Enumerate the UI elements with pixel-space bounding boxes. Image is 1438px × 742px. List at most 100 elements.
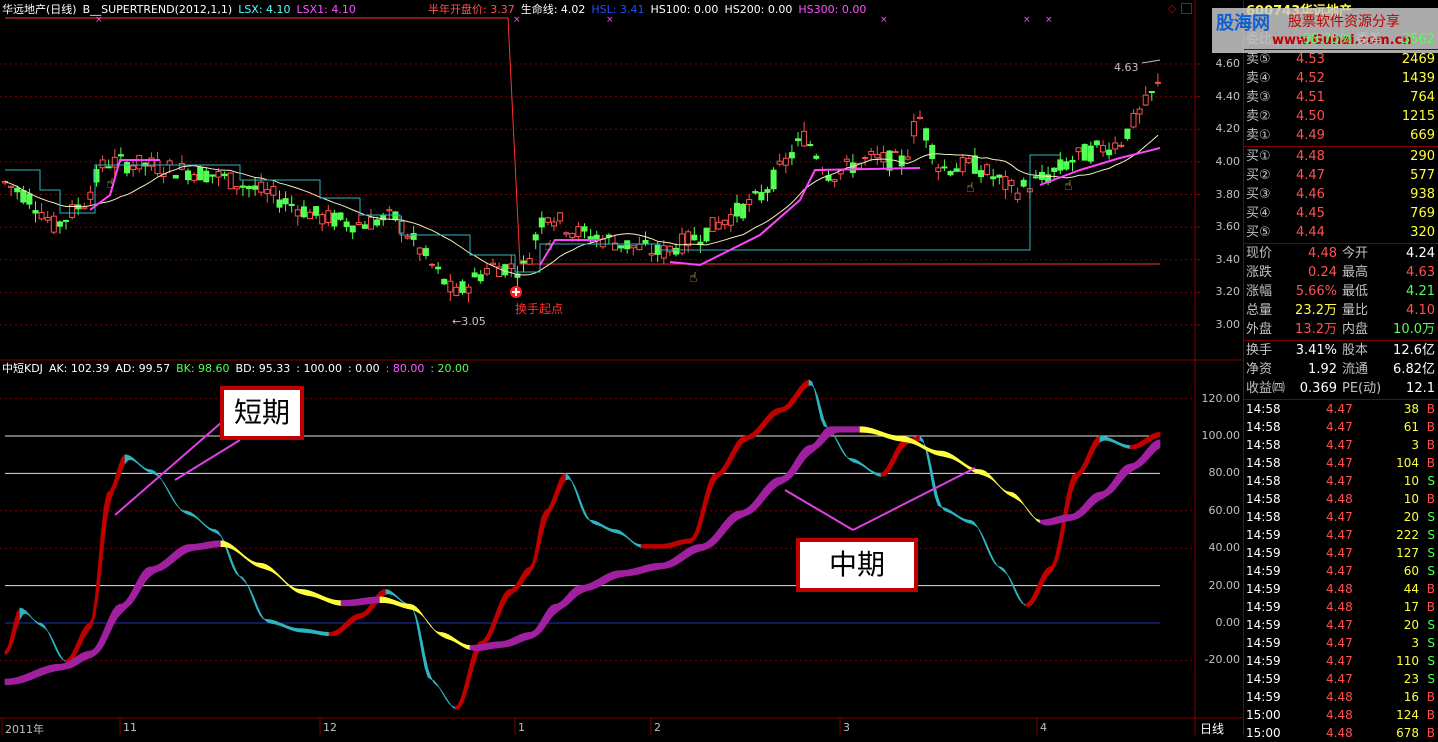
mid-term-kdj-band xyxy=(835,426,840,434)
fund-label: PE(动) xyxy=(1342,381,1382,396)
candle-body xyxy=(453,286,460,296)
short-term-kdj-band xyxy=(703,488,708,516)
mid-term-kdj-band xyxy=(340,600,345,607)
short-term-kdj-band xyxy=(253,597,258,610)
candle-body xyxy=(14,187,21,193)
mid-term-kdj-band xyxy=(1024,505,1029,512)
kdj-title: 中短KDJ xyxy=(2,362,43,375)
bid-volume: 938 xyxy=(1410,187,1435,202)
candle-body xyxy=(752,191,759,194)
price-tick-label: 3.40 xyxy=(1215,252,1241,266)
mid-term-kdj-band xyxy=(928,447,933,454)
candle-body xyxy=(843,158,850,162)
main-chart-header: 华远地产(日线) B__SUPERTREND(2012,1,1) LSX: 4.10… xyxy=(2,3,362,17)
short-term-kdj-band xyxy=(727,452,732,469)
candle-body xyxy=(764,189,771,193)
short-term-kdj-band xyxy=(718,467,723,478)
tick-side: S xyxy=(1427,546,1435,560)
mid-term-kdj-band xyxy=(961,461,966,467)
short-term-kdj-band xyxy=(1039,573,1044,591)
ctrl-box-icon[interactable] xyxy=(1181,3,1192,14)
candle-body xyxy=(648,252,655,256)
candle-body xyxy=(56,221,63,227)
short-term-kdj-band xyxy=(199,519,204,525)
short-term-kdj-band xyxy=(109,484,114,503)
short-term-kdj-band xyxy=(652,544,657,549)
short-term-kdj-band xyxy=(133,458,138,464)
ad-value: AD: 99.57 xyxy=(115,362,171,375)
candle-body xyxy=(1063,161,1070,170)
mid-term-kdj-band xyxy=(805,444,810,459)
stat-value: 4.21 xyxy=(1406,284,1435,299)
mid-term-kdj-band xyxy=(67,659,72,670)
period-button[interactable]: 日线 xyxy=(1200,720,1224,737)
tick-side: B xyxy=(1426,492,1435,506)
tick-price: 4.47 xyxy=(1326,438,1353,452)
candle-body xyxy=(624,240,631,250)
ctrl-diamond-icon[interactable]: ◇ xyxy=(1168,2,1176,15)
candle-body xyxy=(185,170,191,181)
tick-side: S xyxy=(1427,654,1435,668)
tick-volume: 104 xyxy=(1396,456,1419,470)
tick-price: 4.47 xyxy=(1326,528,1353,542)
candle-body xyxy=(795,138,801,142)
tick-time: 15:00 xyxy=(1246,708,1281,722)
short-term-kdj-band xyxy=(1036,579,1041,597)
candle-body xyxy=(1069,159,1076,163)
mid-term-kdj-band xyxy=(703,541,708,551)
short-term-kdj-band xyxy=(637,543,642,548)
short-term-kdj-band xyxy=(502,590,507,607)
short-term-kdj-band xyxy=(520,570,525,586)
short-term-kdj-band xyxy=(970,519,975,526)
candle-body xyxy=(1142,94,1149,106)
candle-body xyxy=(209,174,216,177)
short-term-kdj-band xyxy=(658,544,663,549)
short-term-kdj-band xyxy=(10,622,15,648)
short-term-kdj-band xyxy=(676,539,681,547)
short-term-kdj-band xyxy=(643,544,648,549)
stat-label: 外盘 xyxy=(1246,322,1273,337)
bid-volume: 290 xyxy=(1410,149,1435,164)
tick-time: 14:59 xyxy=(1246,690,1281,704)
tick-volume: 38 xyxy=(1403,402,1419,416)
mid-term-kdj-band xyxy=(1000,486,1005,492)
mid-term-kdj-band xyxy=(1147,443,1152,460)
tick-volume: 61 xyxy=(1403,420,1419,434)
candle-body xyxy=(788,152,795,159)
mid-term-kdj-band xyxy=(451,636,456,643)
tick-side: S xyxy=(1427,672,1435,686)
short-term-kdj-band xyxy=(880,470,885,477)
short-term-kdj-band xyxy=(46,629,51,637)
short-term-kdj-band xyxy=(358,612,363,620)
candle-body xyxy=(831,179,838,182)
mid-term-kdj-band xyxy=(145,566,150,582)
kdj-tick-label: 60.00 xyxy=(1208,503,1241,517)
short-term-kdj-band xyxy=(754,426,759,438)
candle-body xyxy=(502,264,509,276)
candle-body xyxy=(703,227,710,242)
chart-area[interactable]: ☝ ☝ ☝ ☝ ☝ × × × × × × 华远地产(日线) B__SUPERTREND(2012,1… xyxy=(0,0,1438,737)
mid-term-kdj-band xyxy=(895,435,900,442)
candle-body xyxy=(435,266,442,270)
mid-term-kdj-band xyxy=(1138,454,1143,468)
mid-term-kdj-band xyxy=(769,478,774,494)
mid-term-kdj-band xyxy=(307,590,312,597)
mid-term-kdj-band xyxy=(61,662,66,671)
short-term-kdj-band xyxy=(625,534,630,541)
short-term-kdj-band xyxy=(808,379,813,386)
bid-row: 买④ 4.45 769 xyxy=(1244,204,1438,223)
short-term-kdj-band xyxy=(952,511,957,517)
tick-row: 14:59 4.47 20 S xyxy=(1244,616,1438,634)
short-term-kdj-band xyxy=(796,385,801,400)
fund-row: 换手 3.41% 股本 12.6亿 xyxy=(1244,341,1438,360)
stat-value: 4.24 xyxy=(1406,246,1435,261)
short-term-kdj-band xyxy=(1024,602,1029,608)
mid-term-kdj-band xyxy=(547,605,552,624)
short-term-kdj-band xyxy=(1063,495,1068,533)
mid-term-kdj-band xyxy=(751,499,756,514)
short-term-kdj-band xyxy=(265,618,270,624)
short-term-kdj-band xyxy=(628,537,633,543)
mid-term-kdj-band xyxy=(1021,500,1026,508)
ask-label: 卖③ xyxy=(1246,90,1271,105)
mid-term-kdj-band xyxy=(118,603,123,617)
